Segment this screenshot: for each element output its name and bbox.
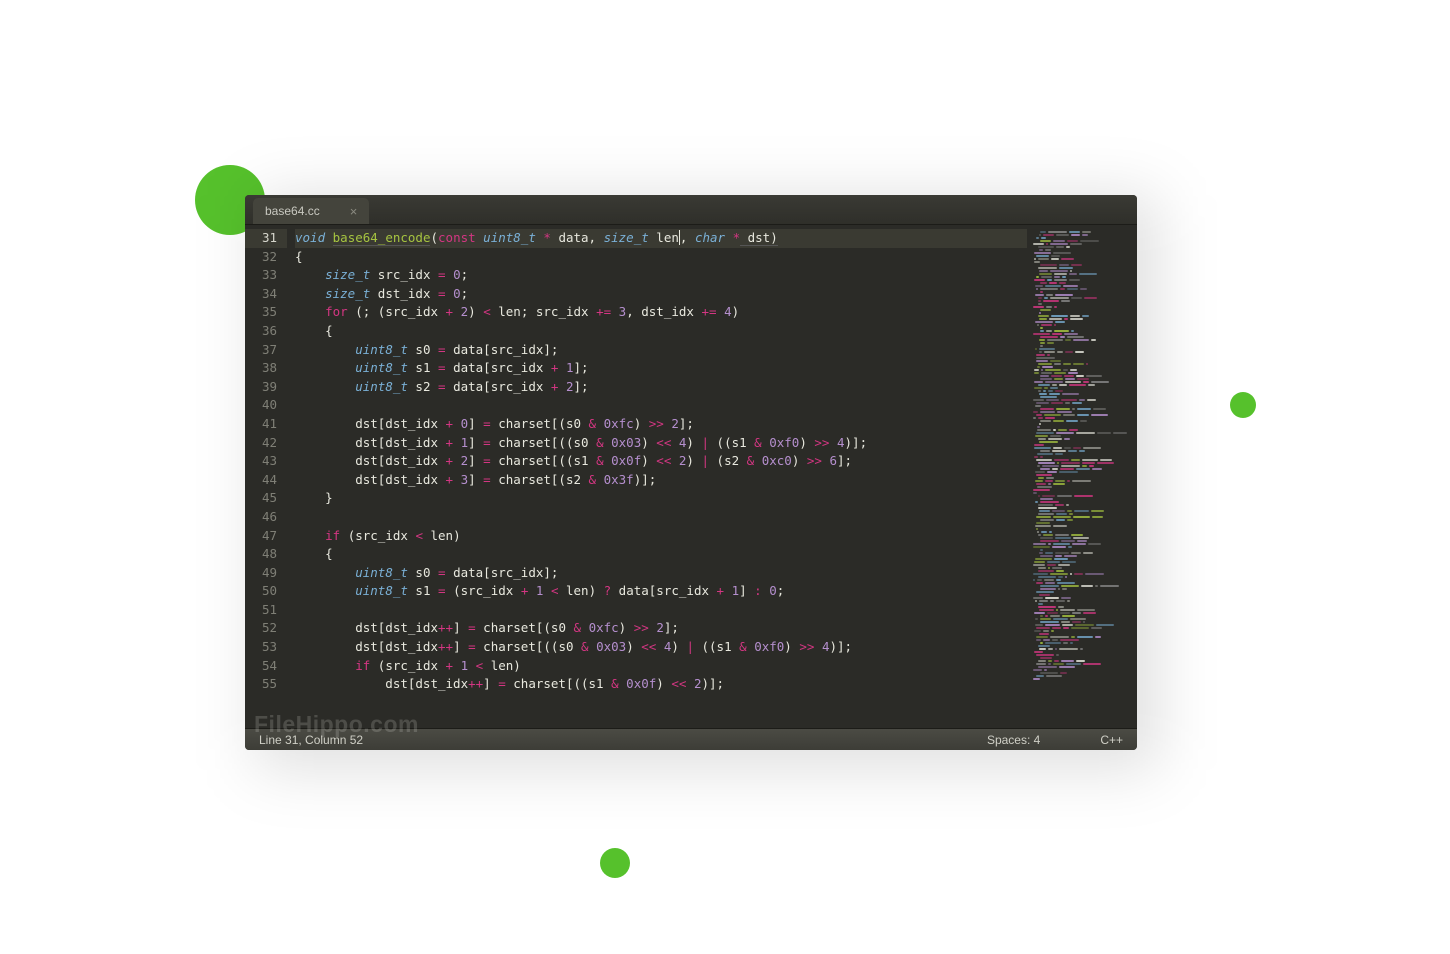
minimap[interactable] [1027, 225, 1137, 728]
line-number: 31 [245, 229, 287, 248]
status-bar: Line 31, Column 52 Spaces: 4 C++ [245, 728, 1137, 750]
line-number: 37 [245, 341, 277, 360]
line-number: 38 [245, 359, 277, 378]
line-number: 50 [245, 582, 277, 601]
line-number: 54 [245, 657, 277, 676]
tab-bar: base64.cc × [245, 195, 1137, 225]
code-line: void base64_encode(const uint8_t * data,… [295, 229, 1027, 248]
status-spaces[interactable]: Spaces: 4 [987, 733, 1040, 747]
code-line: dst[dst_idx + 3] = charset[(s2 & 0x3f)]; [295, 471, 1027, 490]
line-number: 46 [245, 508, 277, 527]
editor-body: 3132333435363738394041424344454647484950… [245, 225, 1137, 728]
line-number: 49 [245, 564, 277, 583]
code-line: { [295, 248, 1027, 267]
line-number: 40 [245, 396, 277, 415]
code-line: dst[dst_idx + 1] = charset[((s0 & 0x03) … [295, 434, 1027, 453]
decoration-circle [600, 848, 630, 878]
code-line: uint8_t s0 = data[src_idx]; [295, 564, 1027, 583]
line-number: 52 [245, 619, 277, 638]
code-line: dst[dst_idx++] = charset[((s1 & 0x0f) <<… [295, 675, 1027, 694]
code-line [295, 601, 1027, 620]
line-number: 47 [245, 527, 277, 546]
line-number: 34 [245, 285, 277, 304]
line-number: 44 [245, 471, 277, 490]
line-number: 36 [245, 322, 277, 341]
code-line: uint8_t s0 = data[src_idx]; [295, 341, 1027, 360]
code-line: size_t dst_idx = 0; [295, 285, 1027, 304]
status-language[interactable]: C++ [1100, 733, 1123, 747]
line-number: 45 [245, 489, 277, 508]
line-number: 48 [245, 545, 277, 564]
line-number: 53 [245, 638, 277, 657]
code-line: if (src_idx + 1 < len) [295, 657, 1027, 676]
line-number: 41 [245, 415, 277, 434]
line-number: 39 [245, 378, 277, 397]
code-line: uint8_t s1 = data[src_idx + 1]; [295, 359, 1027, 378]
tab-filename: base64.cc [265, 204, 320, 218]
line-number: 33 [245, 266, 277, 285]
line-number: 43 [245, 452, 277, 471]
line-number: 32 [245, 248, 277, 267]
close-icon[interactable]: × [350, 204, 358, 219]
code-line: dst[dst_idx + 2] = charset[((s1 & 0x0f) … [295, 452, 1027, 471]
line-number: 55 [245, 675, 277, 694]
code-line [295, 508, 1027, 527]
line-number: 35 [245, 303, 277, 322]
code-line: { [295, 545, 1027, 564]
file-tab[interactable]: base64.cc × [253, 198, 369, 224]
code-line: size_t src_idx = 0; [295, 266, 1027, 285]
status-position[interactable]: Line 31, Column 52 [259, 733, 363, 747]
code-line: dst[dst_idx++] = charset[((s0 & 0x03) <<… [295, 638, 1027, 657]
line-number: 42 [245, 434, 277, 453]
code-line [295, 396, 1027, 415]
code-line: for (; (src_idx + 2) < len; src_idx += 3… [295, 303, 1027, 322]
code-line: { [295, 322, 1027, 341]
decoration-circle [1230, 392, 1256, 418]
code-line: dst[dst_idx++] = charset[(s0 & 0xfc) >> … [295, 619, 1027, 638]
code-line: uint8_t s2 = data[src_idx + 2]; [295, 378, 1027, 397]
code-line: uint8_t s1 = (src_idx + 1 < len) ? data[… [295, 582, 1027, 601]
line-number-gutter: 3132333435363738394041424344454647484950… [245, 225, 287, 728]
code-line: } [295, 489, 1027, 508]
line-number: 51 [245, 601, 277, 620]
code-line: if (src_idx < len) [295, 527, 1027, 546]
code-area[interactable]: void base64_encode(const uint8_t * data,… [287, 225, 1027, 728]
editor-window: base64.cc × 3132333435363738394041424344… [245, 195, 1137, 750]
code-line: dst[dst_idx + 0] = charset[(s0 & 0xfc) >… [295, 415, 1027, 434]
